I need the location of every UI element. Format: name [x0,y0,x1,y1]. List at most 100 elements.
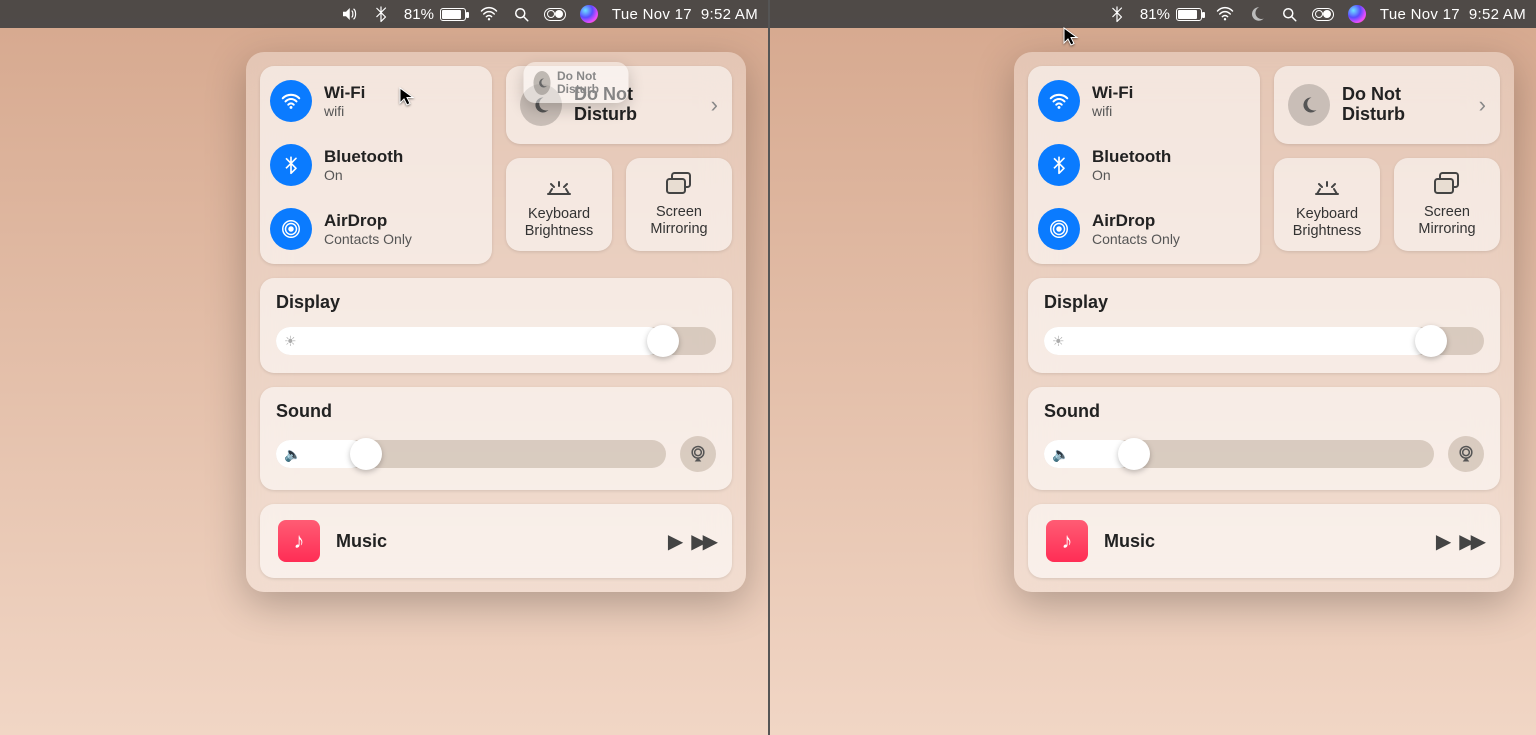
sun-icon: ☀ [284,333,297,350]
volume-menuextra[interactable] [340,5,358,23]
dnd-chip-label: Do Not Disturb [557,70,619,95]
airdrop-icon [270,208,312,250]
now-playing-label: Music [1104,531,1420,552]
battery-percent-label: 81% [404,6,434,23]
airdrop-subtitle: Contacts Only [324,231,412,247]
connectivity-tile: Wi-Fiwifi BluetoothOn AirDropContacts On… [260,66,492,264]
chevron-right-icon[interactable]: › [711,92,718,118]
siri-icon [580,5,598,23]
control-center-icon [544,8,566,21]
clock-menuextra[interactable]: Tue Nov 17 9:52 AM [1380,6,1526,23]
bluetooth-menuextra[interactable] [1108,5,1126,23]
sound-volume-slider[interactable]: 🔈 [276,440,666,468]
moon-icon [1288,84,1330,126]
bluetooth-subtitle: On [1092,167,1171,183]
spotlight-menuextra[interactable] [512,5,530,23]
bluetooth-icon [1038,144,1080,186]
bluetooth-title: Bluetooth [324,147,403,167]
bluetooth-subtitle: On [324,167,403,183]
wifi-menuextra[interactable] [1216,5,1234,23]
airdrop-toggle[interactable]: AirDropContacts Only [1038,208,1250,250]
pane-right: 81% Tue Nov 17 9:52 AM Wi-Fiwifi [768,0,1536,735]
airplay-audio-button[interactable] [1448,436,1484,472]
wifi-subtitle: wifi [324,103,365,119]
airplay-audio-button[interactable] [680,436,716,472]
display-brightness-slider[interactable]: ☀ [1044,327,1484,355]
display-tile: Display ☀ [260,278,732,373]
display-title: Display [276,292,716,313]
bluetooth-toggle[interactable]: BluetoothOn [1038,144,1250,186]
wifi-icon [1038,80,1080,122]
next-track-button[interactable]: ▶▶ [691,529,714,554]
airdrop-title: AirDrop [1092,211,1180,231]
airplay-icon [688,444,708,464]
wifi-icon [1216,5,1234,23]
airdrop-toggle[interactable]: AirDropContacts Only [270,208,482,250]
control-center-menuextra[interactable] [1312,8,1334,21]
airplay-icon [1456,444,1476,464]
dnd-menuextra[interactable] [1248,5,1266,23]
keyboard-brightness-tile[interactable]: Keyboard Brightness [1274,158,1380,251]
control-center-panel: Wi-Fiwifi BluetoothOn AirDropContacts On… [246,52,746,592]
keyboard-brightness-label: Keyboard Brightness [1280,206,1374,239]
pane-left: 81% Tue Nov 17 9:52 AM Wi-Fiwifi [0,0,768,735]
wifi-title: Wi-Fi [1092,83,1133,103]
wifi-icon [270,80,312,122]
sound-volume-slider[interactable]: 🔈 [1044,440,1434,468]
clock-menuextra[interactable]: Tue Nov 17 9:52 AM [612,6,758,23]
display-brightness-slider[interactable]: ☀ [276,327,716,355]
keyboard-brightness-tile[interactable]: Keyboard Brightness [506,158,612,251]
bluetooth-title: Bluetooth [1092,147,1171,167]
sound-title: Sound [1044,401,1484,422]
airdrop-title: AirDrop [324,211,412,231]
now-playing-tile[interactable]: ♪ Music ▶ ▶▶ [260,504,732,578]
wifi-menuextra[interactable] [480,5,498,23]
screen-mirroring-tile[interactable]: Screen Mirroring [626,158,732,251]
control-center-icon [1312,8,1334,21]
spotlight-menuextra[interactable] [1280,5,1298,23]
sound-tile: Sound 🔈 [1028,387,1500,490]
wifi-subtitle: wifi [1092,103,1133,119]
screen-mirroring-tile[interactable]: Screen Mirroring [1394,158,1500,251]
now-playing-label: Music [336,531,652,552]
keyboard-brightness-icon [544,172,574,198]
dnd-title: Do Not Disturb [1342,85,1467,125]
bluetooth-icon [270,144,312,186]
menubar-date: Tue Nov 17 [1380,6,1460,23]
menubar-date: Tue Nov 17 [612,6,692,23]
wifi-icon [480,5,498,23]
battery-menuextra[interactable]: 81% [1140,6,1202,23]
airdrop-icon [1038,208,1080,250]
display-title: Display [1044,292,1484,313]
next-track-button[interactable]: ▶▶ [1459,529,1482,554]
sound-tile: Sound 🔈 [260,387,732,490]
siri-menuextra[interactable] [580,5,598,23]
bluetooth-toggle[interactable]: BluetoothOn [270,144,482,186]
screen-mirroring-label: Screen Mirroring [632,204,726,237]
battery-menuextra[interactable]: 81% [404,6,466,23]
now-playing-tile[interactable]: ♪ Music ▶ ▶▶ [1028,504,1500,578]
battery-percent-label: 81% [1140,6,1170,23]
dnd-drag-chip[interactable]: Do Not Disturb [524,62,629,103]
speaker-icon: 🔈 [1052,446,1069,463]
sound-title: Sound [276,401,716,422]
screen-mirroring-label: Screen Mirroring [1400,204,1494,237]
bluetooth-menuextra[interactable] [372,5,390,23]
control-center-menuextra[interactable] [544,8,566,21]
menubar: 81% Tue Nov 17 9:52 AM [0,0,768,28]
dnd-tile[interactable]: Do Not Disturb › [1274,66,1500,144]
wifi-title: Wi-Fi [324,83,365,103]
moon-icon [534,71,551,95]
wifi-toggle[interactable]: Wi-Fiwifi [270,80,482,122]
siri-menuextra[interactable] [1348,5,1366,23]
play-button[interactable]: ▶ [1436,529,1451,554]
siri-icon [1348,5,1366,23]
moon-icon [1248,5,1266,23]
cursor-icon [1062,26,1082,46]
music-app-icon: ♪ [278,520,320,562]
play-button[interactable]: ▶ [668,529,683,554]
chevron-right-icon[interactable]: › [1479,92,1486,118]
wifi-toggle[interactable]: Wi-Fiwifi [1038,80,1250,122]
screen-mirroring-icon [665,172,693,196]
keyboard-brightness-label: Keyboard Brightness [512,206,606,239]
